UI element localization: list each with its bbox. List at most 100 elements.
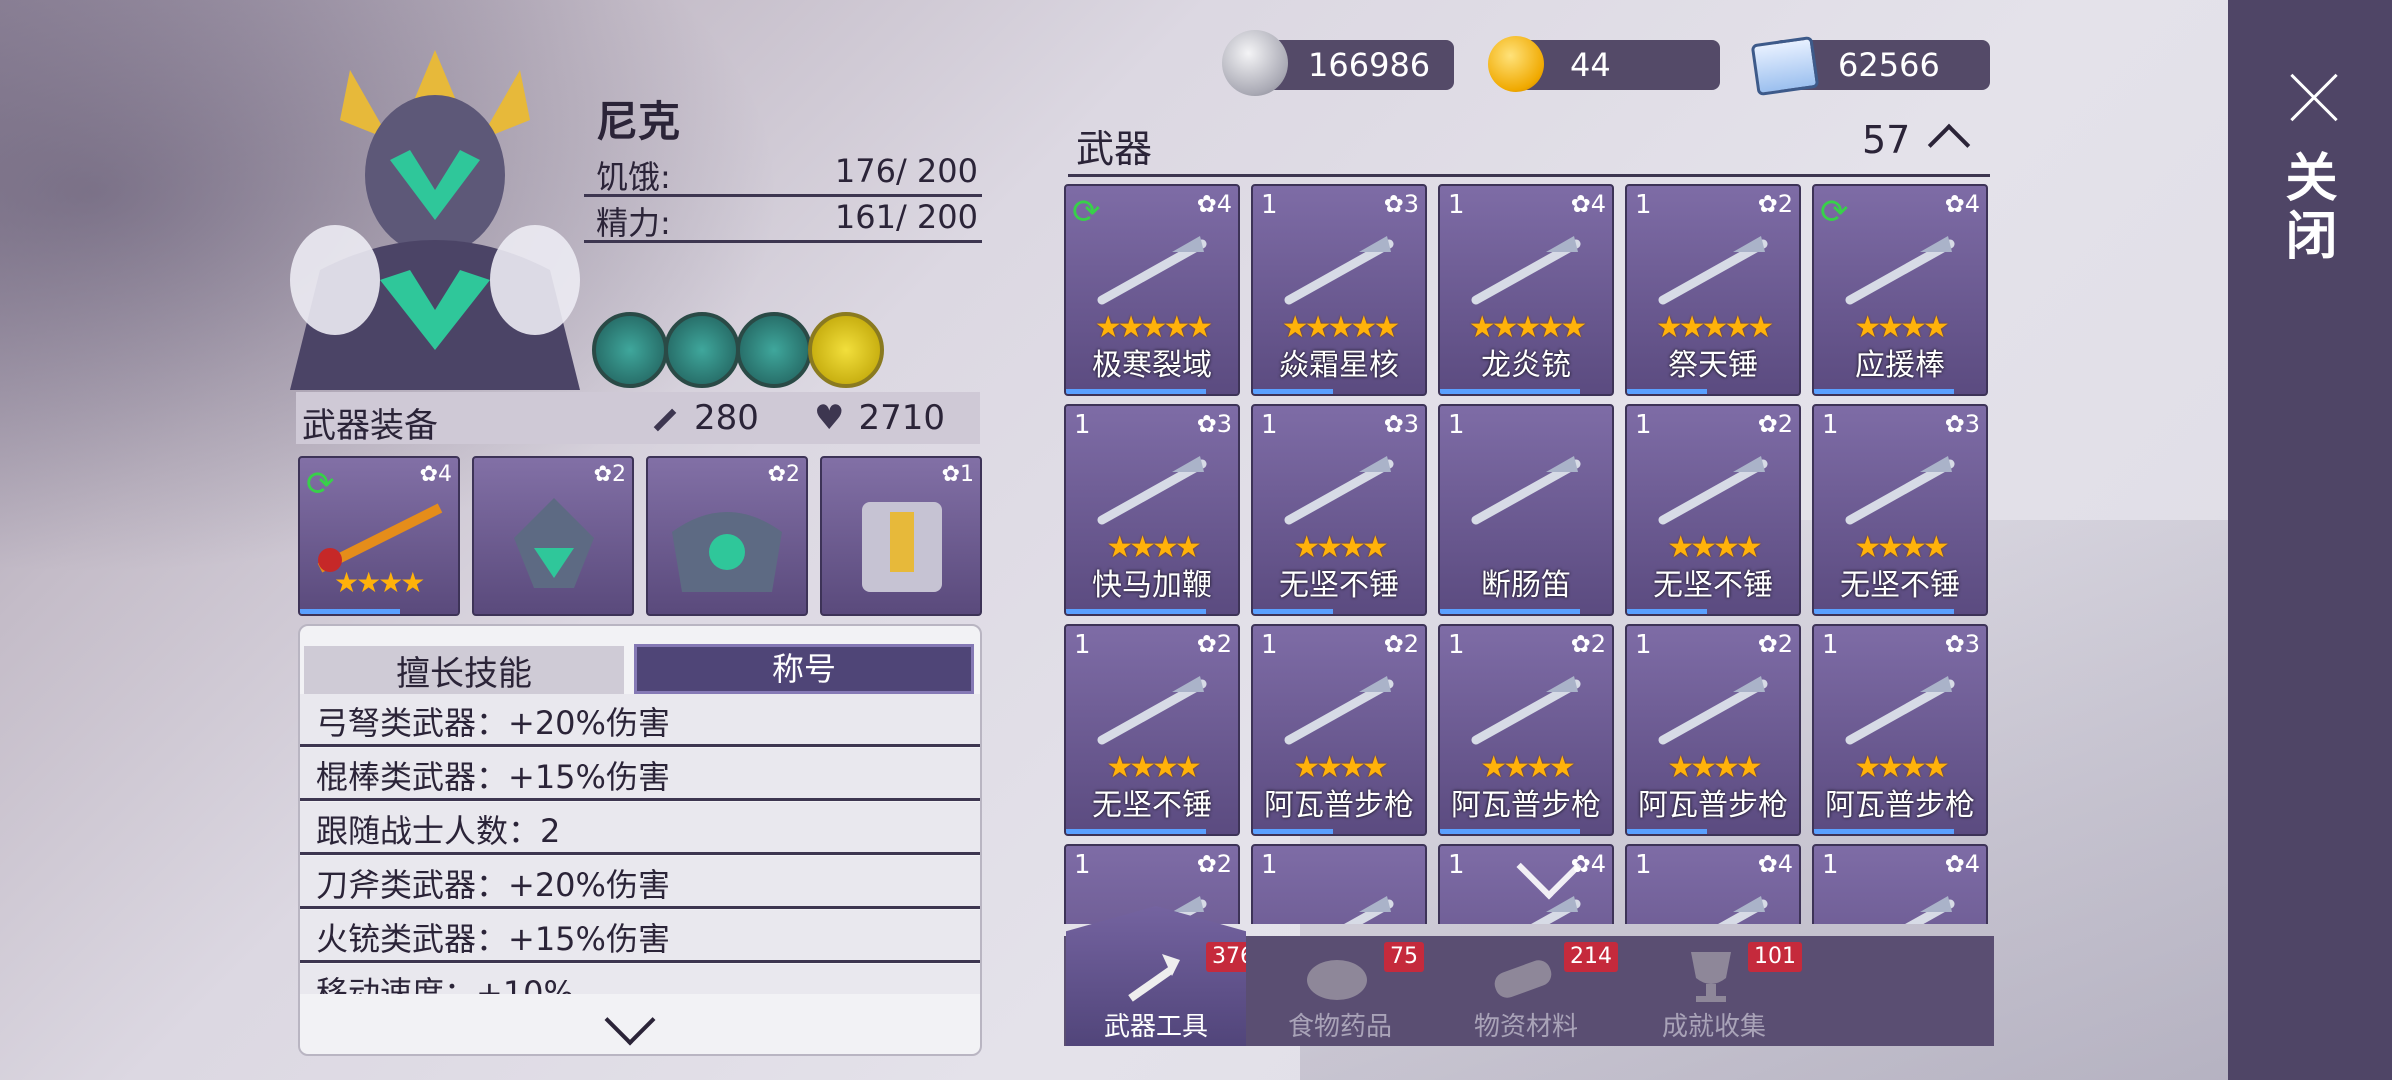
weapon-count: 1 — [1261, 630, 1278, 660]
tab-achievements[interactable]: 101 成就收集 — [1624, 936, 1804, 1046]
stomach-buff-icon[interactable] — [592, 312, 668, 388]
durability-bar — [1627, 389, 1707, 394]
weapon-count: 1 — [1635, 850, 1652, 880]
skill-row: 弓弩类武器：+20%伤害 — [300, 694, 980, 747]
weapons-title: 武器 — [1076, 127, 1153, 171]
weapon-art-icon — [1845, 676, 1955, 745]
bandage-buff-icon[interactable] — [736, 312, 812, 388]
weapon-art-icon — [1658, 236, 1768, 305]
weapon-cell[interactable]: 1 ✿4 — [1625, 844, 1801, 924]
chevron-down-icon[interactable] — [604, 994, 656, 1046]
skill-row: 火铳类武器：+15%伤害 — [300, 910, 980, 963]
weapon-art-icon — [1905, 896, 1955, 924]
weapon-art-icon — [1284, 676, 1394, 745]
weapon-cell[interactable]: 1 ✿2 ★★★★ 无坚不锤 — [1625, 404, 1801, 616]
category-tabs: 376 武器工具 75 食物药品 214 物资材料 101 成就收集 — [1064, 906, 1994, 1046]
weapon-art-icon — [1097, 676, 1207, 745]
weapon-count: 1 — [1635, 190, 1652, 220]
weapon-count: 1 — [1448, 850, 1465, 880]
weapon-name: 阿瓦普步枪 — [1638, 788, 1788, 823]
equip-slot-legs[interactable]: ✿1 — [820, 456, 982, 616]
equip-slot-helmet[interactable]: ✿2 — [472, 456, 634, 616]
weapon-name: 阿瓦普步枪 — [1264, 788, 1414, 823]
upgrade-gear-label: ✿4 — [1196, 190, 1232, 218]
weapon-art-icon — [1845, 456, 1955, 525]
tab-title[interactable]: 称号 — [634, 644, 974, 694]
equip-slot-weapon[interactable]: ⟳ ✿4 ★★★★ — [298, 456, 460, 616]
refresh-icon: ⟳ — [1820, 192, 1849, 232]
weapon-art-icon — [1531, 896, 1581, 924]
refresh-icon: ⟳ — [1072, 192, 1101, 232]
weapon-cell[interactable]: 1 — [1251, 844, 1427, 924]
skill-text: 棍棒类武器：+15%伤害 — [316, 758, 670, 796]
upgrade-gear-label: ✿2 — [1383, 630, 1419, 658]
weapon-art-icon — [1097, 456, 1207, 525]
weapon-count: 1 — [1635, 630, 1652, 660]
durability-bar — [1066, 609, 1206, 614]
weapon-cell[interactable]: 1 ✿2 ★★★★ 阿瓦普步枪 — [1251, 624, 1427, 836]
divider — [1068, 174, 1990, 177]
upgrade-gear-label: ✿4 — [419, 462, 452, 487]
weapon-count: 1 — [1074, 630, 1091, 660]
upgrade-gear-label: ✿2 — [1757, 190, 1793, 218]
weapon-art-icon — [1471, 676, 1581, 745]
currency-silver: 166986 — [1222, 30, 1454, 96]
weapon-count: 1 — [1822, 850, 1839, 880]
weapon-cell[interactable]: 1 ✿2 ★★★★ 阿瓦普步枪 — [1625, 624, 1801, 836]
tab-label: 武器工具 — [1103, 1012, 1208, 1042]
close-icon[interactable] — [2288, 72, 2340, 124]
hunger-value: 176/ 200 — [834, 152, 978, 190]
weapon-cell[interactable]: 1 ✿4 — [1812, 844, 1988, 924]
upgrade-gear-label: ✿2 — [1570, 630, 1606, 658]
tab-skills[interactable]: 擅长技能 — [304, 646, 624, 698]
weapon-art-icon — [1658, 676, 1768, 745]
chevron-up-icon[interactable] — [1927, 123, 1971, 167]
heart-icon: ♥ — [814, 398, 845, 438]
skill-text: 火铳类武器：+15%伤害 — [316, 920, 670, 958]
currency-smiley: 44 — [1488, 36, 1720, 92]
upgrade-gear-label: ✿2 — [1757, 410, 1793, 438]
skill-text: 跟随战士人数：2 — [316, 812, 561, 850]
weapon-name: 龙炎铳 — [1481, 348, 1571, 383]
ticket-icon — [1750, 35, 1820, 97]
upgrade-gear-label: ✿3 — [1383, 190, 1419, 218]
weapon-cell[interactable]: 1 ✿2 ★★★★★ 祭天锤 — [1625, 184, 1801, 396]
equip-slot-armor[interactable]: ✿2 — [646, 456, 808, 616]
radiation-buff-icon[interactable] — [808, 312, 884, 388]
weapon-name: 焱霜星核 — [1279, 348, 1399, 383]
axe-tool-icon — [1128, 954, 1180, 1002]
close-label[interactable]: 关闭 — [2276, 150, 2344, 266]
weapon-cell[interactable]: 1 ✿2 ★★★★ 无坚不锤 — [1064, 624, 1240, 836]
weapon-cell[interactable]: ⟳ ✿4 ★★★★ 应援棒 — [1812, 184, 1988, 396]
tab-food-medicine[interactable]: 75 食物药品 — [1250, 936, 1430, 1046]
health-stat: ♥ 2710 — [814, 398, 945, 438]
currency-ticket-value: 62566 — [1838, 46, 1940, 84]
health-value: 2710 — [858, 398, 946, 438]
weapon-art-icon — [1718, 896, 1768, 924]
weapon-cell[interactable]: 1 ✿3 ★★★★★ 焱霜星核 — [1251, 184, 1427, 396]
log-icon — [1494, 960, 1552, 998]
weapon-cell[interactable]: 1 ✿3 ★★★★ 阿瓦普步枪 — [1812, 624, 1988, 836]
sparkle-buff-icon[interactable] — [664, 312, 740, 388]
weapon-art-icon — [1658, 456, 1768, 525]
weapon-name: 祭天锤 — [1668, 348, 1758, 383]
upgrade-gear-label: ✿1 — [941, 462, 974, 487]
weapon-name: 无坚不锤 — [1279, 568, 1399, 603]
weapon-cell[interactable]: 1 ✿2 ★★★★ 阿瓦普步枪 — [1438, 624, 1614, 836]
weapon-cell[interactable]: ⟳ ✿4 ★★★★★ 极寒裂域 — [1064, 184, 1240, 396]
sword-icon — [653, 408, 677, 431]
character-name: 尼克 — [596, 97, 681, 146]
weapon-cell[interactable]: 1 ✿3 ★★★★ 快马加鞭 — [1064, 404, 1240, 616]
weapon-art-icon — [1471, 456, 1581, 525]
weapon-count: 1 — [1822, 410, 1839, 440]
weapon-name: 断肠笛 — [1481, 568, 1571, 603]
durability-bar — [1066, 389, 1206, 394]
skill-row: 刀斧类武器：+20%伤害 — [300, 856, 980, 909]
weapon-cell[interactable]: 1 ✿3 ★★★★ 无坚不锤 — [1812, 404, 1988, 616]
weapon-cell[interactable]: 1 断肠笛 — [1438, 404, 1614, 616]
armor-icon — [672, 512, 782, 592]
tab-materials[interactable]: 214 物资材料 — [1436, 936, 1618, 1046]
weapon-cell[interactable]: 1 ✿4 ★★★★★ 龙炎铳 — [1438, 184, 1614, 396]
weapon-cell[interactable]: 1 ✿3 ★★★★ 无坚不锤 — [1251, 404, 1427, 616]
tab-weapons-tools[interactable]: 376 武器工具 — [1066, 906, 1246, 1046]
